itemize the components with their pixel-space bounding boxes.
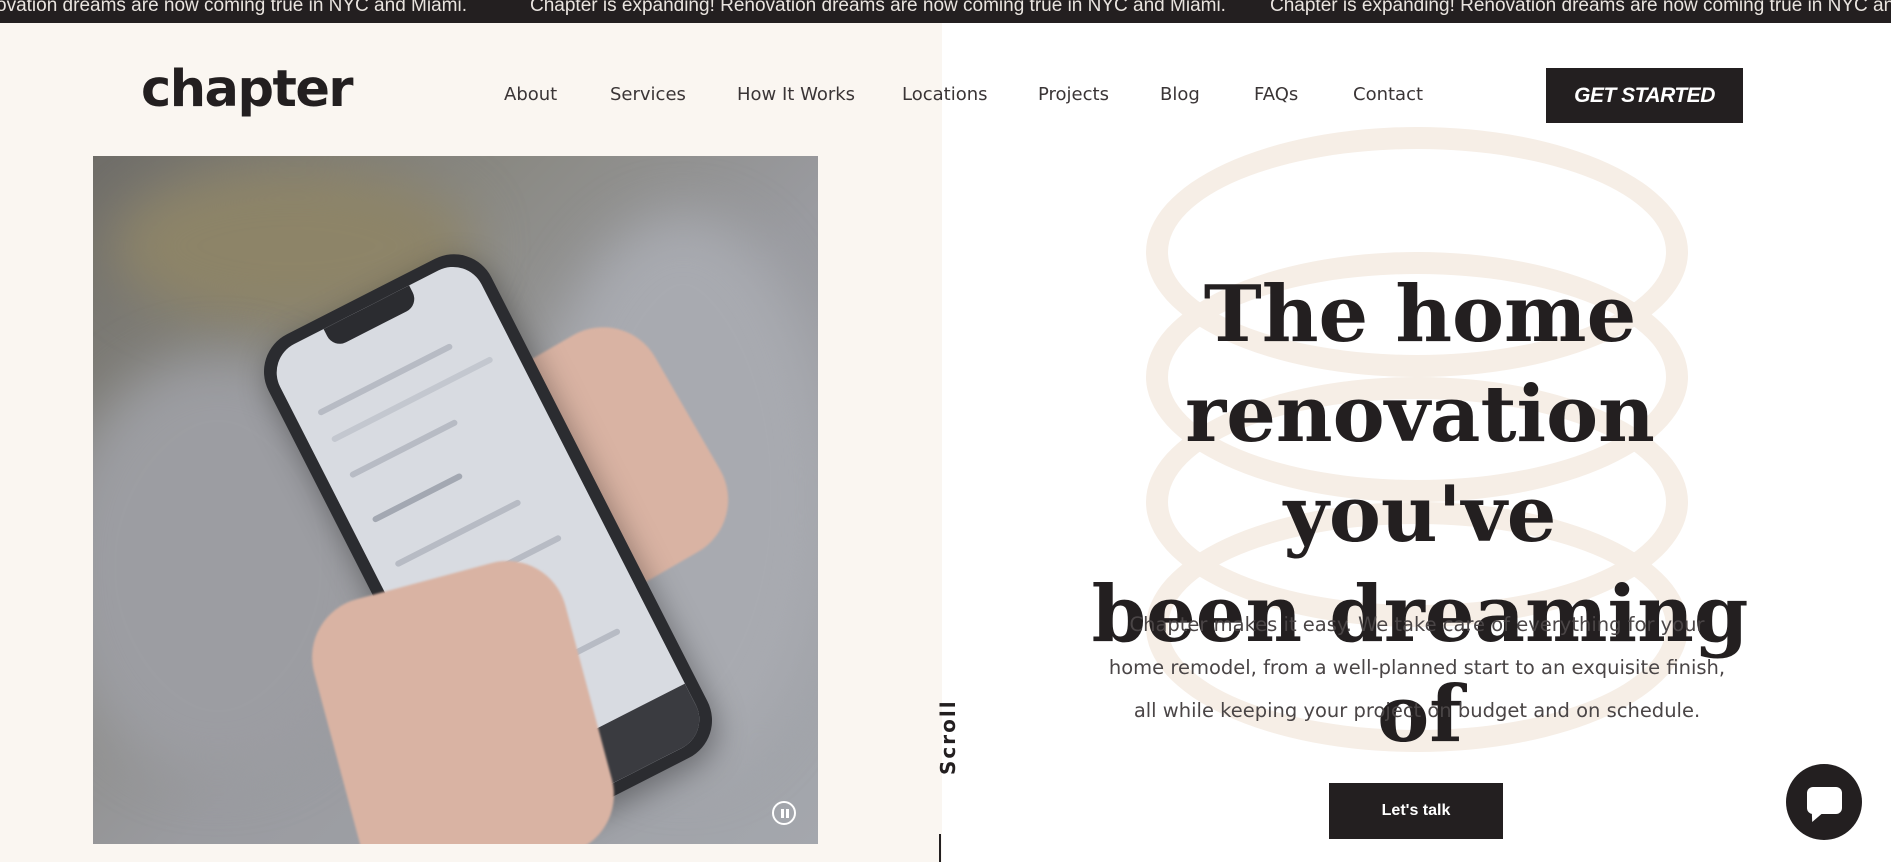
scroll-line [939,834,941,862]
chat-button[interactable] [1786,764,1862,840]
nav-link-about[interactable]: About [504,84,557,105]
get-started-button[interactable]: GET STARTED [1546,68,1743,123]
hero-description-line: all while keeping your project on budget… [1133,699,1701,722]
chat-icon [1807,787,1842,814]
nav-link-how-it-works[interactable]: How It Works [737,84,855,105]
nav-link-locations[interactable]: Locations [902,84,988,105]
screen-line [371,472,464,524]
nav-link-faqs[interactable]: FAQs [1254,84,1298,105]
announcement-text: Chapter is expanding! Renovation dreams … [530,0,1226,16]
screen-line [317,342,454,417]
hero-description: Chapter makes it easy. We take care of e… [1082,603,1752,732]
nav-link-blog[interactable]: Blog [1160,84,1200,105]
hero-description-line: home remodel, from a well-planned start … [1108,656,1726,679]
nav-link-projects[interactable]: Projects [1038,84,1109,105]
pause-icon[interactable] [772,801,796,825]
scroll-label: Scroll [936,699,960,775]
announcement-bar: ovation dreams are now coming true in NY… [0,0,1891,23]
nav-link-contact[interactable]: Contact [1353,84,1423,105]
announcement-text: Chapter is expanding! Renovation dreams … [1270,0,1891,16]
hero-video[interactable] [93,156,818,844]
hero-title-line: The home [1203,269,1637,360]
nav-link-services[interactable]: Services [610,84,686,105]
announcement-text: ovation dreams are now coming true in NY… [0,0,467,16]
screen-line [394,498,522,568]
logo[interactable]: chapter [141,60,354,119]
lets-talk-button[interactable]: Let's talk [1329,783,1503,839]
hero-title-line: renovation you've [1185,369,1655,560]
screen-line [348,418,459,479]
hero-description-line: Chapter makes it easy. We take care of e… [1129,613,1705,636]
